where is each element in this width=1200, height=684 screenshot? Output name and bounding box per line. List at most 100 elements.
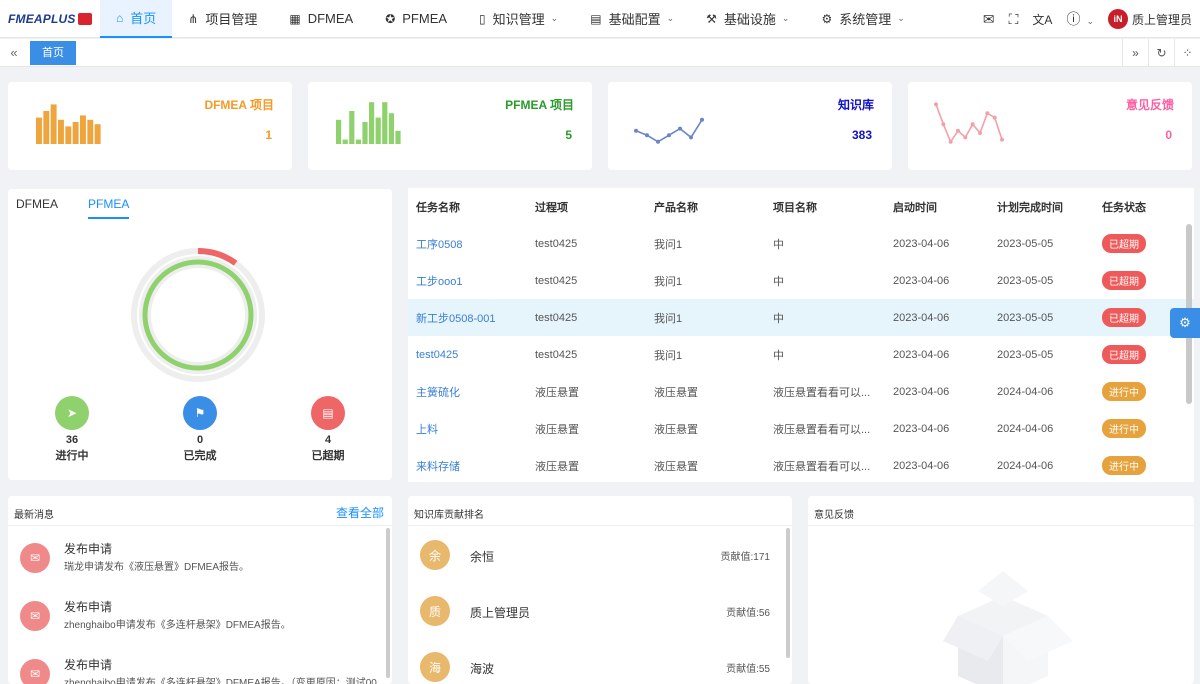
stat-value: 1 — [265, 128, 272, 142]
column-header[interactable]: 任务状态 — [1102, 199, 1146, 215]
progress-stat-0[interactable]: ➤ 36 进行中 — [42, 396, 102, 463]
nav-item-label: DFMEA — [307, 11, 354, 26]
table-cell: 2024-04-06 — [997, 459, 1054, 472]
spark-bar — [382, 102, 388, 144]
mail-icon[interactable]: ✉ — [983, 11, 995, 28]
task-name-link[interactable]: test0425 — [416, 349, 458, 361]
table-header: 任务名称 过程项 产品名称 项目名称 启动时间 计划完成时间 任务状态 — [408, 188, 1194, 225]
table-row[interactable]: 来料存储 液压悬置 液压悬置 液压悬置看看可以... 2023-04-06 2024-04… — [408, 447, 1194, 482]
column-header[interactable]: 产品名称 — [654, 199, 698, 215]
feedback-title: 意见反馈 — [814, 510, 854, 521]
stat-card-1[interactable]: PFMEA 项目 5 — [308, 82, 592, 170]
nav-item-5[interactable]: ▤ 基础配置 ⌄ — [574, 0, 690, 38]
status-cell: 已超期 — [1102, 345, 1146, 364]
status-badge: 已超期 — [1102, 345, 1146, 364]
tab-home[interactable]: 首页 — [30, 40, 76, 65]
table-row[interactable]: test0425 test0425 我问1 中 2023-04-06 2023-05-05… — [408, 336, 1194, 373]
table-row[interactable]: 工步ooo1 test0425 我问1 中 2023-04-06 2023-05-05 已超… — [408, 262, 1194, 299]
nav-item-6[interactable]: ⚒ 基础设施 ⌄ — [690, 0, 805, 38]
nav-item-label: 知识管理 — [492, 12, 545, 27]
collapse-left-icon[interactable]: « — [0, 45, 28, 60]
spark-bar — [65, 126, 72, 144]
nav-item-4[interactable]: ▯ 知识管理 ⌄ — [463, 0, 574, 38]
task-name-link[interactable]: 工序0508 — [416, 236, 462, 252]
nav-item-1[interactable]: ⋔ 项目管理 — [172, 0, 273, 38]
brand-logo[interactable]: FMEAPLUS — [0, 0, 100, 38]
table-cell: test0425 — [535, 311, 578, 324]
divider — [408, 525, 792, 526]
task-name-link[interactable]: 来料存储 — [416, 458, 460, 474]
task-name-link[interactable]: 新工步0508-001 — [416, 310, 496, 326]
progress-count: 36 — [65, 434, 79, 446]
table-row[interactable]: 上料 液压悬置 液压悬置 液压悬置看看可以... 2023-04-06 2024-04-0… — [408, 410, 1194, 447]
column-header[interactable]: 启动时间 — [893, 199, 937, 215]
tab-pfmea[interactable]: PFMEA — [88, 197, 130, 219]
message-title: 发布申请 — [64, 658, 113, 672]
spark-bar — [80, 115, 86, 144]
ranking-name: 余恒 — [470, 550, 495, 564]
user-menu[interactable]: iN 质上管理员 — [1107, 9, 1192, 29]
tab-strip: « 首页 » ↻ ⁘ — [0, 39, 1200, 67]
nav-item-7[interactable]: ⚙ 系统管理 ⌄ — [805, 0, 920, 38]
progress-stat-1[interactable]: ⚑ 0 已完成 — [170, 396, 230, 463]
table-cell: 中 — [773, 238, 784, 251]
main-nav: ⌂ 首页 ⋔ 项目管理 ▦ DFMEA ✪ PFMEA ▯ 知识管理 ⌄ ▤ 基础配置 ⌄ ⚒ 基础设施 ⌄ ⚙ 系… — [100, 0, 921, 38]
column-header[interactable]: 任务名称 — [416, 199, 460, 215]
ranking-scrollbar[interactable] — [786, 528, 790, 658]
table-row[interactable]: 主簧硫化 液压悬置 液压悬置 液压悬置看看可以... 2023-04-06 2024-04… — [408, 373, 1194, 410]
task-name-link[interactable]: 主簧硫化 — [416, 384, 460, 400]
spark-point — [985, 111, 990, 116]
spark-point — [963, 135, 968, 140]
ranking-name: 海波 — [470, 662, 495, 676]
table-cell: 2023-05-05 — [997, 348, 1054, 361]
task-name-link[interactable]: 上料 — [416, 421, 438, 437]
spark-point — [678, 126, 682, 131]
apps-grid-icon[interactable]: ⁘ — [1174, 39, 1200, 67]
user-avatar: iN — [1107, 9, 1128, 29]
table-cell: 我问1 — [654, 238, 683, 251]
settings-float-button[interactable]: ⚙ — [1170, 308, 1200, 338]
stat-sparkline — [336, 102, 401, 144]
table-row[interactable]: 新工步0508-001 test0425 我问1 中 2023-04-06 2023-05… — [408, 299, 1194, 336]
gear-icon: ⚙ — [821, 11, 833, 26]
task-name-link[interactable]: 工步ooo1 — [416, 273, 462, 289]
target-icon: ✪ — [385, 11, 396, 26]
send-icon: ➤ — [55, 396, 89, 430]
home-icon: ⌂ — [116, 10, 124, 25]
progress-stat-2[interactable]: ▤ 4 已超期 — [298, 396, 358, 463]
user-name: 质上管理员 — [1131, 12, 1192, 27]
stat-card-2[interactable]: 知识库 383 — [608, 82, 892, 170]
column-header[interactable]: 过程项 — [535, 199, 568, 215]
nav-item-0[interactable]: ⌂ 首页 — [100, 0, 173, 38]
help-icon[interactable]: ⓘ ⌄ — [1066, 9, 1094, 29]
view-all-link[interactable]: 查看全部 — [336, 504, 384, 521]
stat-card-0[interactable]: DFMEA 项目 1 — [8, 82, 292, 170]
nav-item-2[interactable]: ▦ DFMEA — [273, 0, 369, 38]
fullscreen-icon[interactable]: ⛶ — [1009, 11, 1019, 28]
spark-bar — [36, 117, 42, 144]
table-cell: 2023-05-05 — [997, 237, 1054, 250]
expand-right-icon[interactable]: » — [1122, 39, 1148, 67]
column-header[interactable]: 计划完成时间 — [997, 199, 1063, 215]
table-row[interactable]: 工序0508 test0425 我问1 中 2023-04-06 2023-05-05 已超… — [408, 225, 1194, 262]
translate-icon[interactable]: 文A — [1032, 11, 1052, 28]
stat-sparkline — [36, 104, 101, 144]
progress-count: 0 — [196, 434, 204, 446]
divider — [8, 525, 392, 526]
status-badge: 已超期 — [1102, 234, 1146, 253]
spark-point — [1000, 137, 1004, 142]
message-icon: ✉ — [20, 543, 50, 573]
progress-ring-chart — [131, 248, 265, 382]
column-header[interactable]: 项目名称 — [773, 199, 817, 215]
messages-scrollbar[interactable] — [386, 528, 390, 678]
refresh-icon[interactable]: ↻ — [1148, 39, 1174, 67]
chevron-down-icon: ⌄ — [666, 13, 675, 23]
table-cell: 中 — [773, 275, 784, 288]
project-tree-icon: ⋔ — [188, 11, 199, 26]
nav-item-3[interactable]: ✪ PFMEA — [369, 0, 463, 38]
stat-card-3[interactable]: 意见反馈 0 — [908, 82, 1192, 170]
tab-dfmea[interactable]: DFMEA — [16, 197, 58, 219]
table-cell: 我问1 — [654, 349, 683, 362]
spark-bar — [395, 130, 401, 144]
spark-bar — [362, 122, 368, 144]
